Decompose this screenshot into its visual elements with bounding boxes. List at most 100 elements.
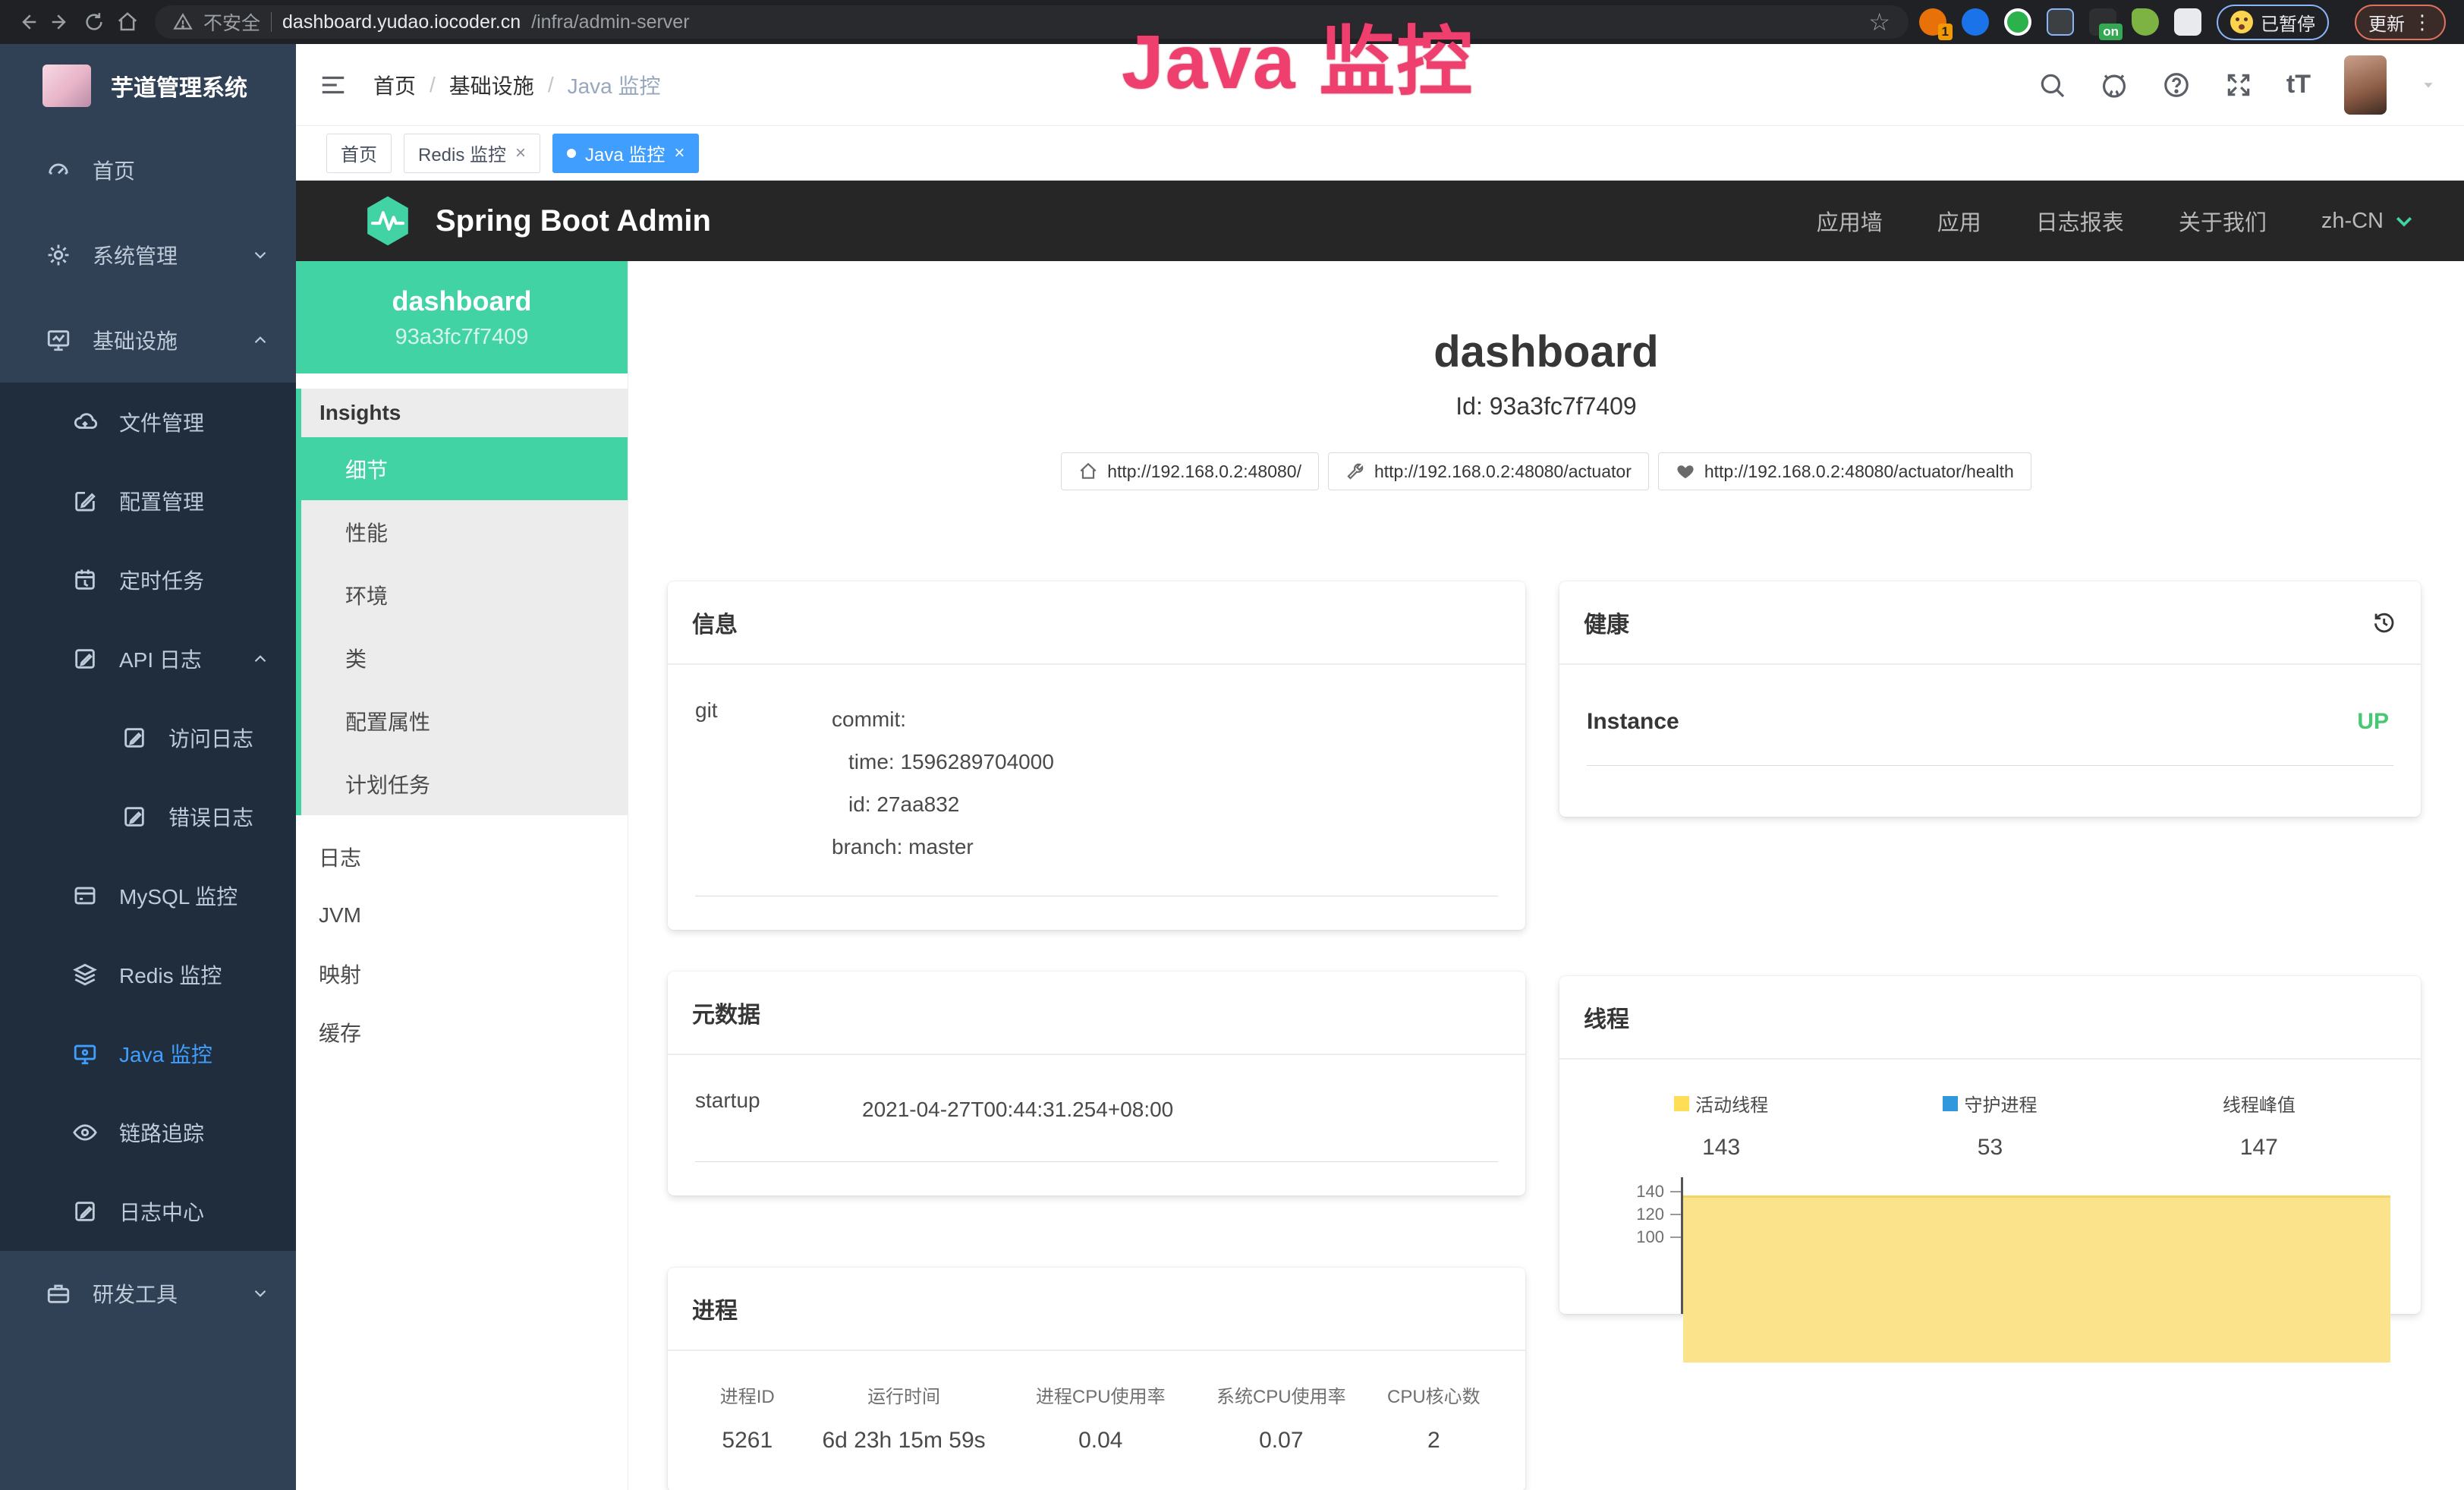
instance-links: http://192.168.0.2:48080/ http://192.168… xyxy=(628,452,2464,490)
chrome-update-button[interactable]: 更新 ⋮ xyxy=(2355,5,2446,40)
address-divider xyxy=(271,12,272,32)
blue-legend-swatch xyxy=(1943,1096,1958,1111)
timer-icon xyxy=(72,567,98,593)
instance-nav-mappings[interactable]: 映射 xyxy=(296,944,628,1003)
sidebar-item-access-log[interactable]: 访问日志 xyxy=(0,698,296,777)
text-size-icon[interactable]: tT xyxy=(2286,70,2311,99)
browser-forward-button[interactable] xyxy=(44,5,77,39)
bookmark-star-icon[interactable]: ☆ xyxy=(1868,10,1890,34)
tab-close-icon[interactable]: × xyxy=(515,143,526,164)
git-branch-line: branch: master xyxy=(832,826,1498,868)
instance-header[interactable]: dashboard 93a3fc7f7409 xyxy=(296,261,628,373)
browser-home-button[interactable] xyxy=(111,5,144,39)
instance-nav-config-props[interactable]: 配置属性 xyxy=(301,689,628,752)
sidebar-item-log-center[interactable]: 日志中心 xyxy=(0,1172,296,1251)
sidebar-item-config-mgmt[interactable]: 配置管理 xyxy=(0,461,296,540)
history-icon[interactable] xyxy=(2371,610,2396,635)
user-avatar[interactable] xyxy=(2344,55,2387,115)
extension-icon-orange[interactable]: 1 xyxy=(1919,8,1946,36)
url-path: /infra/admin-server xyxy=(531,11,689,33)
instance-nav-metrics[interactable]: 性能 xyxy=(301,500,628,563)
tab-label: Java 监控 xyxy=(585,140,665,166)
process-col-header: 进程ID xyxy=(695,1381,800,1408)
sidebar-item-label: Java 监控 xyxy=(119,1038,212,1069)
extension-icon-blue-pin[interactable] xyxy=(1962,8,1989,36)
tab-home[interactable]: 首页 xyxy=(326,134,392,173)
sidebar-item-api-log[interactable]: API 日志 xyxy=(0,619,296,698)
process-pid-value: 5261 xyxy=(695,1428,800,1454)
instance-details-page: dashboard Id: 93a3fc7f7409 http://192.16… xyxy=(628,261,2464,1490)
sidebar-item-scheduled-jobs[interactable]: 定时任务 xyxy=(0,540,296,619)
legend-daemon-threads: 守护进程 xyxy=(1855,1090,2124,1117)
instance-nav-jvm[interactable]: JVM xyxy=(296,886,628,944)
sidebar-logo[interactable]: 芋道管理系统 xyxy=(0,44,296,128)
extension-icon-green-circle[interactable] xyxy=(2004,8,2031,36)
actuator-url-button[interactable]: http://192.168.0.2:48080/actuator xyxy=(1328,452,1649,490)
chevron-down-icon xyxy=(250,245,270,265)
metadata-card-title: 元数据 xyxy=(692,996,760,1029)
tab-label: 首页 xyxy=(341,140,377,166)
health-card: 健康 Instance UP xyxy=(1559,581,2421,817)
breadcrumb-current: Java 监控 xyxy=(568,70,661,100)
github-icon[interactable] xyxy=(2100,71,2129,99)
sba-nav-journal[interactable]: 日志报表 xyxy=(2036,205,2124,237)
browser-back-button[interactable] xyxy=(11,5,44,39)
hamburger-icon[interactable] xyxy=(319,71,348,99)
sba-nav-about[interactable]: 关于我们 xyxy=(2179,205,2267,237)
git-value: commit: time: 1596289704000 id: 27aa832 … xyxy=(832,698,1498,868)
header-actions: tT xyxy=(2038,55,2437,115)
chevron-up-icon xyxy=(250,330,270,350)
extension-icon-leaf[interactable] xyxy=(2132,8,2159,36)
chevron-up-icon xyxy=(250,649,270,669)
help-icon[interactable] xyxy=(2162,71,2191,99)
chevron-down-icon xyxy=(2393,209,2415,232)
instance-nav-details[interactable]: 细节 xyxy=(301,437,628,500)
tab-redis-monitor[interactable]: Redis 监控 × xyxy=(404,134,540,173)
health-url-button[interactable]: http://192.168.0.2:48080/actuator/health xyxy=(1658,452,2031,490)
instance-nav-classes[interactable]: 类 xyxy=(301,626,628,689)
system-cpu-value: 0.07 xyxy=(1193,1428,1370,1454)
instance-nav-environment[interactable]: 环境 xyxy=(301,563,628,626)
sidebar-item-file-mgmt[interactable]: 文件管理 xyxy=(0,383,296,461)
sidebar-item-home[interactable]: 首页 xyxy=(0,128,296,213)
avatar-caret-icon[interactable] xyxy=(2420,77,2437,93)
sba-nav-applications[interactable]: 应用 xyxy=(1937,205,1981,237)
health-card-title: 健康 xyxy=(1584,606,1629,639)
extension-icon-grid[interactable] xyxy=(2047,8,2074,36)
sidebar-item-tracing[interactable]: 链路追踪 xyxy=(0,1093,296,1172)
service-url-button[interactable]: http://192.168.0.2:48080/ xyxy=(1061,452,1319,490)
legend-label: 活动线程 xyxy=(1695,1090,1768,1117)
sidebar-item-redis-monitor[interactable]: Redis 监控 xyxy=(0,935,296,1014)
browser-reload-button[interactable] xyxy=(77,5,111,39)
fullscreen-icon[interactable] xyxy=(2224,71,2253,99)
gauge-icon xyxy=(46,157,71,183)
git-id-line: id: 27aa832 xyxy=(832,783,1498,826)
paused-indicator[interactable]: 已暂停 xyxy=(2217,5,2329,40)
tab-java-monitor[interactable]: Java 监控 × xyxy=(552,134,699,173)
puzzle-extensions-icon[interactable] xyxy=(2174,8,2201,36)
breadcrumb-infrastructure[interactable]: 基础设施 xyxy=(449,70,534,100)
sidebar-item-label: MySQL 监控 xyxy=(119,880,238,911)
sba-language-select[interactable]: zh-CN xyxy=(2321,209,2415,234)
startup-value: 2021-04-27T00:44:31.254+08:00 xyxy=(862,1088,1498,1131)
sba-brand[interactable]: Spring Boot Admin xyxy=(436,204,711,238)
sba-nav-wallboard[interactable]: 应用墙 xyxy=(1817,205,1883,237)
instance-nav-logs[interactable]: 日志 xyxy=(296,827,628,886)
paused-label: 已暂停 xyxy=(2261,9,2315,36)
git-commit-line: commit: xyxy=(832,698,1498,741)
breadcrumb-home[interactable]: 首页 xyxy=(373,70,416,100)
sidebar-item-mysql-monitor[interactable]: MySQL 监控 xyxy=(0,856,296,935)
sidebar-item-infrastructure[interactable]: 基础设施 xyxy=(0,298,296,383)
sidebar-item-error-log[interactable]: 错误日志 xyxy=(0,777,296,856)
address-bar[interactable]: 不安全 dashboard.yudao.iocoder.cn /infra/ad… xyxy=(155,5,1909,39)
process-card-title: 进程 xyxy=(692,1292,738,1325)
extension-icon-list[interactable]: on xyxy=(2089,8,2116,36)
sidebar-item-system-mgmt[interactable]: 系统管理 xyxy=(0,213,296,298)
sidebar-item-java-monitor[interactable]: Java 监控 xyxy=(0,1014,296,1093)
instance-nav-caches[interactable]: 缓存 xyxy=(296,1003,628,1061)
instance-nav-scheduled-tasks[interactable]: 计划任务 xyxy=(301,752,628,815)
threads-chart: 140 120 100 xyxy=(1587,1177,2393,1314)
sidebar-item-dev-tools[interactable]: 研发工具 xyxy=(0,1251,296,1336)
search-icon[interactable] xyxy=(2038,71,2066,99)
tab-close-icon[interactable]: × xyxy=(674,143,684,164)
